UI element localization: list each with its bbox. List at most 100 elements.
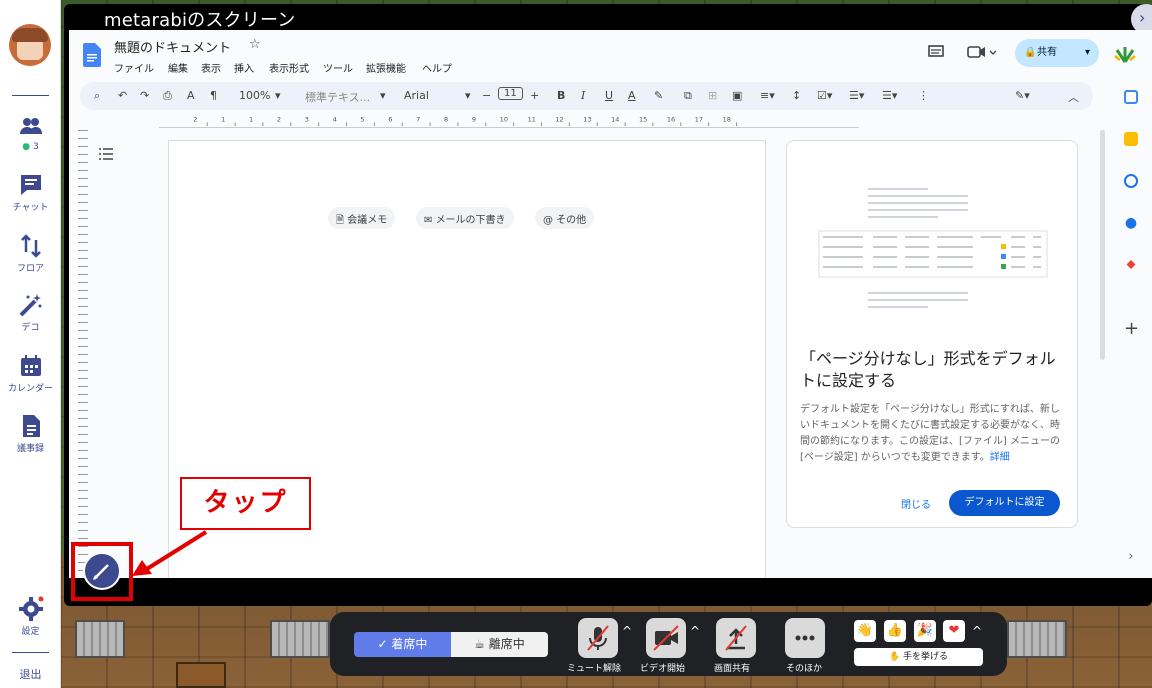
- underline-button[interactable]: U: [605, 89, 613, 102]
- gear-icon: [18, 596, 43, 621]
- email-draft-chip[interactable]: ✉ メールの下書き: [416, 207, 514, 229]
- share-button[interactable]: 🔒 共有 ▾: [1015, 39, 1099, 67]
- menu-edit[interactable]: 編集: [168, 60, 188, 75]
- sidebar-divider: [12, 652, 49, 653]
- align-icon[interactable]: ≡▾: [760, 89, 775, 102]
- party-reaction[interactable]: 🎉: [914, 620, 936, 642]
- ruler-tick-label: 17: [695, 115, 703, 123]
- decrease-font-size-button[interactable]: −: [482, 89, 491, 102]
- reaction-options-caret[interactable]: ^: [972, 624, 982, 638]
- link-icon[interactable]: ⧉: [684, 89, 692, 103]
- sidebar-item-label: デコ: [21, 323, 40, 333]
- status-away-button[interactable]: ☕ 離席中: [451, 632, 548, 657]
- ruler-tick-label: 14: [611, 115, 619, 123]
- scrollbar[interactable]: [1100, 130, 1105, 360]
- zoom-select[interactable]: 100%: [239, 89, 270, 102]
- menu-file[interactable]: ファイル: [114, 60, 154, 75]
- highlight-icon[interactable]: ✎: [654, 89, 663, 102]
- ruler-tick-label: 9: [472, 115, 476, 123]
- screen-share-icon: [725, 625, 747, 651]
- more-button[interactable]: [785, 618, 825, 658]
- more-chip[interactable]: @ その他: [535, 207, 595, 229]
- increase-font-size-button[interactable]: +: [530, 89, 539, 102]
- mic-options-caret[interactable]: ^: [622, 624, 632, 638]
- ruler-tick-label: 4: [333, 115, 337, 123]
- more-options-icon[interactable]: ⋮: [918, 89, 929, 102]
- sidebar-item-minutes[interactable]: 議事録: [0, 413, 61, 454]
- font-size-input[interactable]: 11: [498, 87, 523, 100]
- add-comment-icon[interactable]: ⊞: [708, 89, 717, 102]
- undo-icon[interactable]: ↶: [118, 89, 127, 102]
- promo-heading: 「ページ分けなし」形式をデフォルトに設定する: [800, 349, 1056, 390]
- ruler-tick-label: 6: [388, 115, 392, 123]
- sidebar-item-deco[interactable]: デコ: [0, 292, 61, 333]
- wave-reaction[interactable]: 👋: [854, 620, 876, 642]
- insert-image-icon[interactable]: ▣: [732, 89, 742, 102]
- thumbs-up-reaction[interactable]: 👍: [884, 620, 906, 642]
- ruler-tick-label: 12: [555, 115, 563, 123]
- raise-hand-button[interactable]: ✋ 手を挙げる: [854, 648, 983, 666]
- menu-insert[interactable]: 挿入: [234, 60, 254, 75]
- status-seated-button[interactable]: ✓ 着席中: [354, 632, 451, 657]
- style-chevron-icon: ▾: [380, 89, 386, 102]
- bold-button[interactable]: B: [557, 89, 565, 102]
- docs-toolbar: ⌕ ↶ ↷ ⎙ A ¶ 100% ▾ 標準テキス... ▾ Arial ▾ − …: [80, 82, 1093, 110]
- get-addons-icon[interactable]: +: [1124, 320, 1139, 338]
- sidebar-item-label: カレンダー: [7, 384, 53, 394]
- screen-share-button[interactable]: [716, 618, 756, 658]
- meet-icon[interactable]: [967, 45, 997, 59]
- keep-addon-icon[interactable]: [1124, 132, 1138, 146]
- sidebar-item-calendar[interactable]: カレンダー: [0, 353, 61, 394]
- document-icon: [22, 415, 40, 437]
- expand-side-panel-icon[interactable]: ›: [1124, 550, 1138, 564]
- heart-reaction[interactable]: ❤: [943, 620, 965, 642]
- document-icon: 🗎: [336, 215, 348, 226]
- set-default-button[interactable]: デフォルトに設定: [949, 490, 1060, 516]
- pageless-illustration: [818, 188, 1048, 308]
- menu-help[interactable]: ヘルプ: [422, 60, 452, 75]
- outline-icon[interactable]: [98, 147, 114, 161]
- maps-addon-icon[interactable]: ⬥: [1124, 258, 1138, 272]
- print-icon[interactable]: ⎙: [163, 89, 172, 103]
- text-color-button[interactable]: A: [628, 89, 636, 102]
- meeting-notes-chip[interactable]: 🗎 会議メモ: [328, 207, 396, 229]
- paint-format-icon[interactable]: ¶: [210, 89, 217, 102]
- comment-icon[interactable]: [927, 44, 945, 60]
- video-options-caret[interactable]: ^: [690, 624, 700, 638]
- mute-button[interactable]: [578, 618, 618, 658]
- sidebar-item-chat[interactable]: チャット: [0, 172, 61, 213]
- screen-title: metarabiのスクリーン: [104, 10, 296, 31]
- avatar[interactable]: [9, 24, 51, 66]
- learn-more-link[interactable]: 詳細: [990, 452, 1010, 463]
- editing-mode-icon[interactable]: ✎▾: [1015, 89, 1030, 102]
- style-select[interactable]: 標準テキス...: [305, 89, 370, 105]
- gemini-sparkle-icon[interactable]: [1114, 44, 1136, 64]
- spellcheck-icon[interactable]: A: [187, 89, 195, 102]
- redo-icon[interactable]: ↷: [140, 89, 149, 102]
- sidebar-item-settings[interactable]: 設定: [0, 596, 61, 637]
- sidebar-item-label: フロア: [16, 264, 44, 274]
- dismiss-button[interactable]: 閉じる: [901, 496, 931, 511]
- italic-button[interactable]: I: [581, 89, 585, 102]
- bulleted-list-icon[interactable]: ☰▾: [849, 89, 864, 102]
- sidebar-item-floor[interactable]: フロア: [0, 233, 61, 274]
- online-count: 3: [33, 142, 39, 152]
- line-spacing-icon[interactable]: ↕: [792, 89, 801, 102]
- collapse-menus-icon[interactable]: ︿: [1068, 89, 1079, 105]
- font-select[interactable]: Arial: [404, 89, 429, 102]
- tasks-addon-icon[interactable]: [1124, 174, 1138, 188]
- numbered-list-icon[interactable]: ☰▾: [882, 89, 897, 102]
- menu-format[interactable]: 表示形式: [269, 60, 309, 75]
- menu-extensions[interactable]: 拡張機能: [366, 60, 406, 75]
- sidebar-item-members[interactable]: ● 3: [0, 114, 61, 152]
- menu-view[interactable]: 表示: [201, 60, 221, 75]
- calendar-addon-icon[interactable]: [1124, 90, 1138, 104]
- exit-button[interactable]: 退出: [0, 666, 61, 682]
- contacts-addon-icon[interactable]: ●: [1124, 216, 1138, 230]
- menu-tools[interactable]: ツール: [323, 60, 353, 75]
- document-title[interactable]: 無題のドキュメント: [114, 37, 231, 56]
- search-menus-icon[interactable]: ⌕: [94, 89, 100, 103]
- video-button[interactable]: [646, 618, 686, 658]
- checklist-icon[interactable]: ☑▾: [817, 89, 832, 102]
- star-icon[interactable]: ☆: [249, 37, 261, 52]
